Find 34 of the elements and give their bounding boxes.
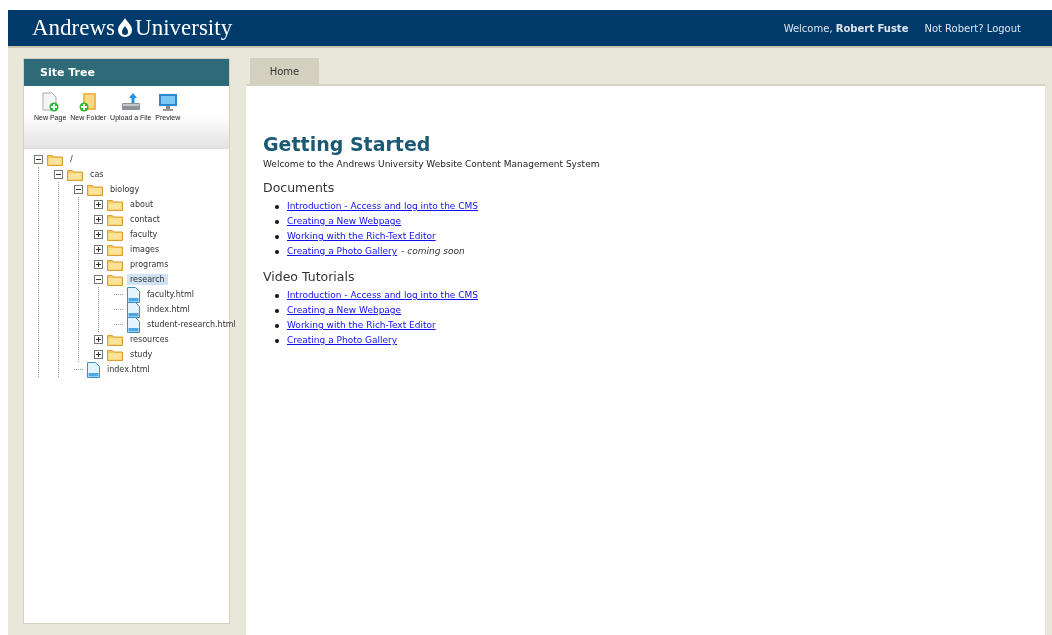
page-title: Getting Started: [263, 133, 432, 155]
tree-item[interactable]: faculty: [127, 229, 161, 240]
link[interactable]: Creating a Photo Gallery: [287, 333, 398, 348]
tree-item[interactable]: research: [127, 274, 168, 285]
link[interactable]: Introduction - Access and log into the CMS: [287, 288, 478, 303]
link[interactable]: Creating a New Webpage: [287, 214, 402, 229]
tree-item[interactable]: student-research.html: [144, 319, 239, 330]
link[interactable]: Creating a New Webpage: [287, 303, 402, 318]
welcome-text: Welcome, Robert Fuste: [783, 22, 909, 34]
tree-item[interactable]: faculty.html: [144, 289, 197, 300]
logo-text: University: [135, 15, 233, 41]
logout-link[interactable]: Not Robert? Logout: [924, 22, 1021, 34]
section-heading: Documents: [263, 180, 336, 195]
tree-item[interactable]: images: [127, 244, 163, 255]
tree-item[interactable]: biology: [107, 184, 143, 195]
link[interactable]: Working with the Rich-Text Editor: [287, 229, 436, 244]
tree-item[interactable]: resources: [127, 334, 172, 345]
tree-item[interactable]: contact: [127, 214, 163, 225]
link[interactable]: Introduction - Access and log into the CMS: [287, 199, 478, 214]
panel-title: Site Tree: [24, 59, 229, 86]
link[interactable]: Creating a Photo Gallery: [287, 244, 398, 259]
tree-item[interactable]: /: [67, 154, 76, 165]
tree-item[interactable]: programs: [127, 259, 172, 270]
tree-item[interactable]: index.html: [144, 304, 193, 315]
link[interactable]: Working with the Rich-Text Editor: [287, 318, 436, 333]
section-heading: Video Tutorials: [263, 269, 356, 284]
intro-text: Welcome to the Andrews University Website Content Management System: [263, 159, 601, 169]
tree-item[interactable]: cas: [87, 169, 107, 180]
tree-item[interactable]: about: [127, 199, 157, 210]
tree-item[interactable]: index.html: [104, 364, 153, 375]
note-text: - coming soon: [401, 245, 465, 258]
tab[interactable]: Home: [250, 58, 319, 84]
tree-item[interactable]: study: [127, 349, 156, 360]
logo-text: Andrews: [32, 15, 116, 41]
